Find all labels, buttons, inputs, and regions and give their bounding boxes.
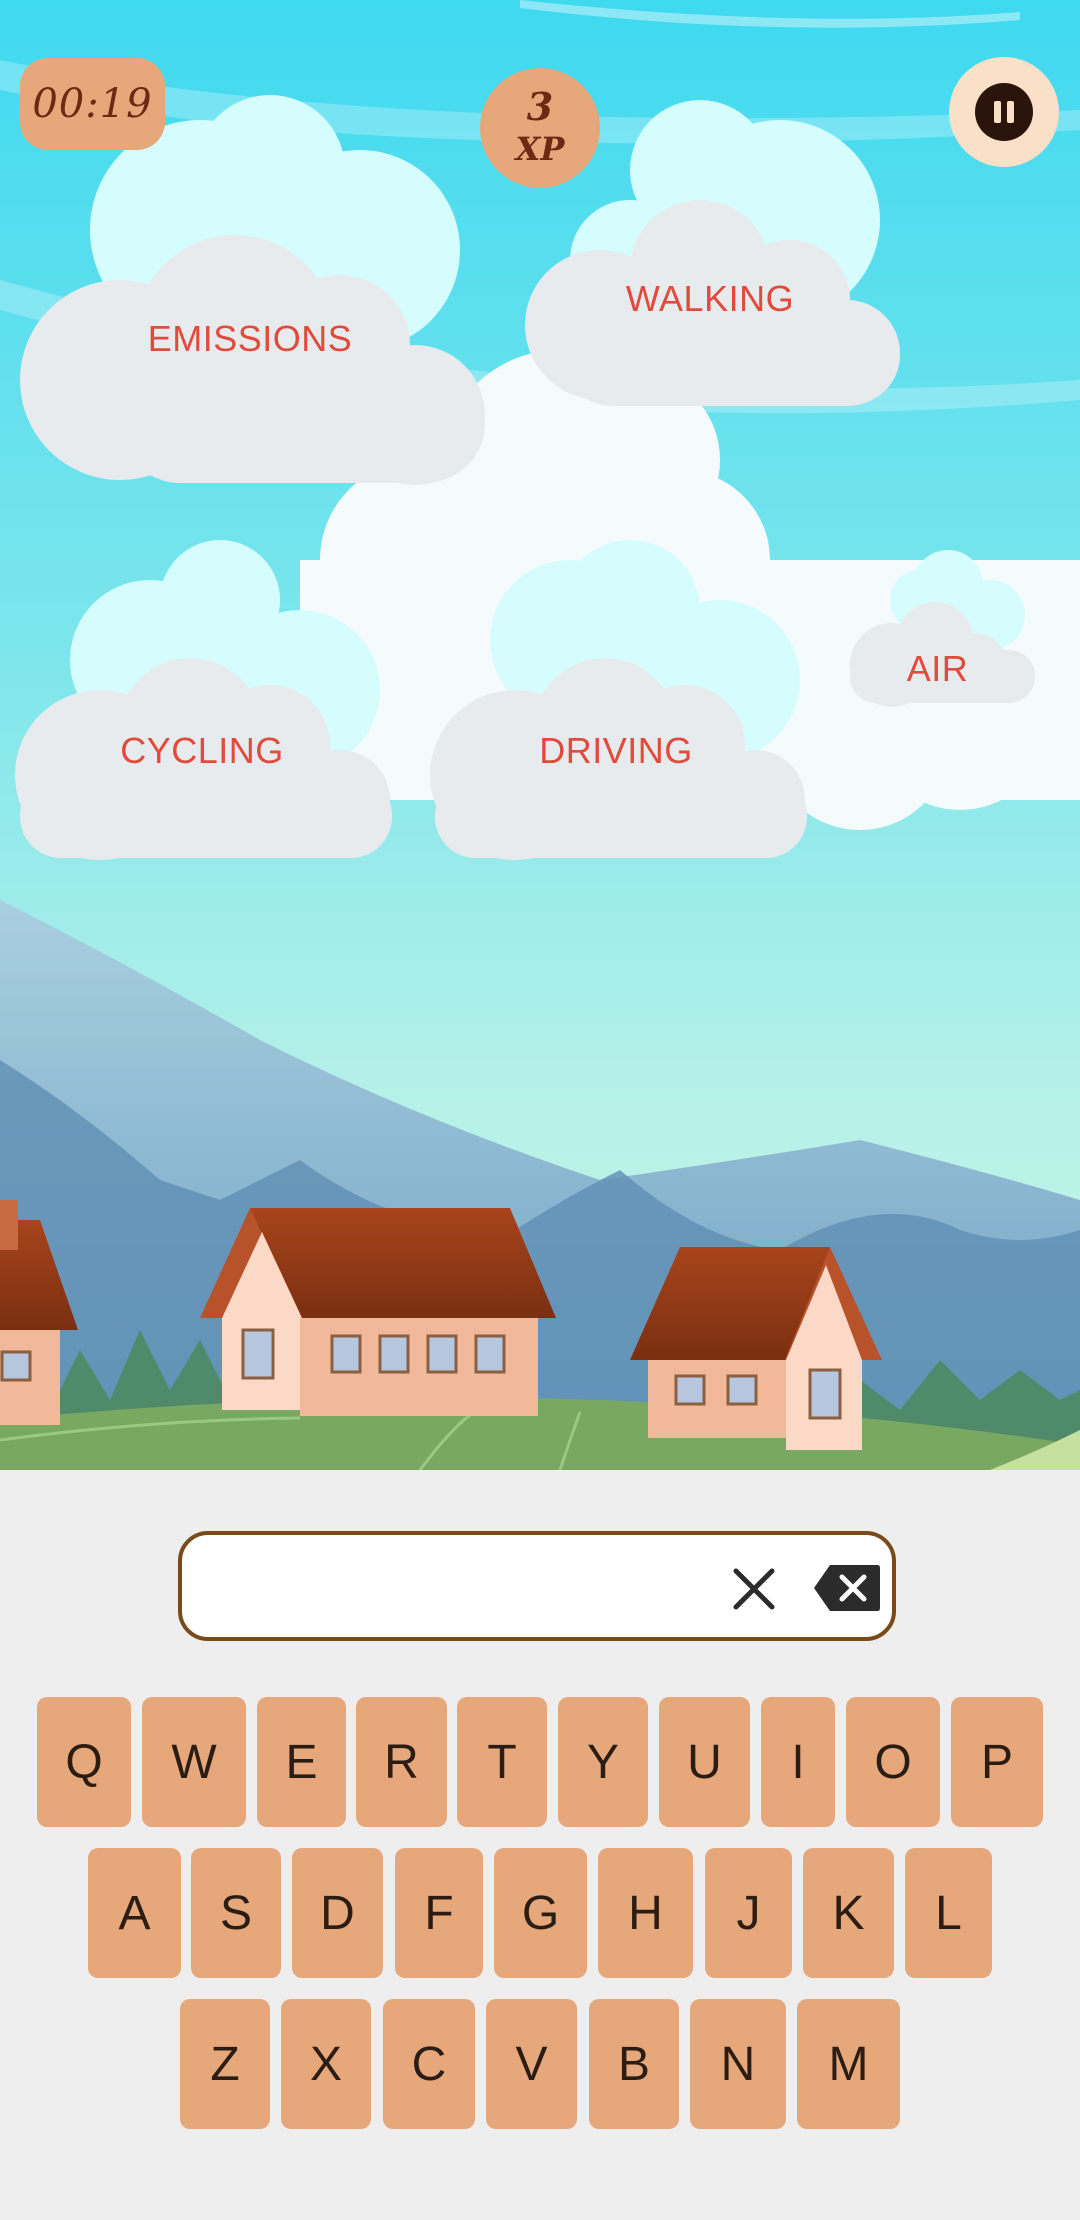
key-u[interactable]: U [659,1697,750,1827]
key-c[interactable]: C [383,1999,475,2129]
backspace-icon[interactable] [812,1563,882,1613]
falling-word: EMISSIONS [147,318,353,359]
xp-unit: XP [515,130,565,168]
key-l[interactable]: L [905,1848,992,1978]
key-b[interactable]: B [589,1999,679,2129]
key-r[interactable]: R [356,1697,447,1827]
key-y[interactable]: Y [558,1697,648,1827]
timer: 00:19 [20,58,165,150]
xp-badge: 3 XP [480,68,600,188]
falling-word: DRIVING [539,730,693,771]
falling-word: AIR [906,648,969,689]
xp-value: 3 [526,84,554,129]
key-d[interactable]: D [292,1848,383,1978]
key-k[interactable]: K [803,1848,894,1978]
answer-input[interactable] [178,1531,896,1641]
key-m[interactable]: M [797,1999,900,2129]
key-x[interactable]: X [281,1999,371,2129]
key-v[interactable]: V [486,1999,577,2129]
key-a[interactable]: A [88,1848,181,1978]
key-s[interactable]: S [191,1848,281,1978]
falling-word: WALKING [625,278,795,319]
key-p[interactable]: P [951,1697,1043,1827]
key-h[interactable]: H [598,1848,693,1978]
key-i[interactable]: I [761,1697,835,1827]
house-middle [200,1208,556,1416]
key-w[interactable]: W [142,1697,246,1827]
falling-word: CYCLING [120,730,284,771]
key-g[interactable]: G [494,1848,587,1978]
pause-button[interactable] [949,57,1059,167]
key-z[interactable]: Z [180,1999,270,2129]
game-scene: EMISSIONS WALKING AIR CYCLING DRIVING 00… [0,0,1080,1470]
key-j[interactable]: J [705,1848,792,1978]
key-t[interactable]: T [457,1697,547,1827]
key-n[interactable]: N [690,1999,786,2129]
key-e[interactable]: E [257,1697,346,1827]
key-o[interactable]: O [846,1697,940,1827]
key-q[interactable]: Q [37,1697,131,1827]
pause-icon [975,83,1033,141]
clear-icon[interactable] [730,1565,778,1613]
key-f[interactable]: F [395,1848,483,1978]
